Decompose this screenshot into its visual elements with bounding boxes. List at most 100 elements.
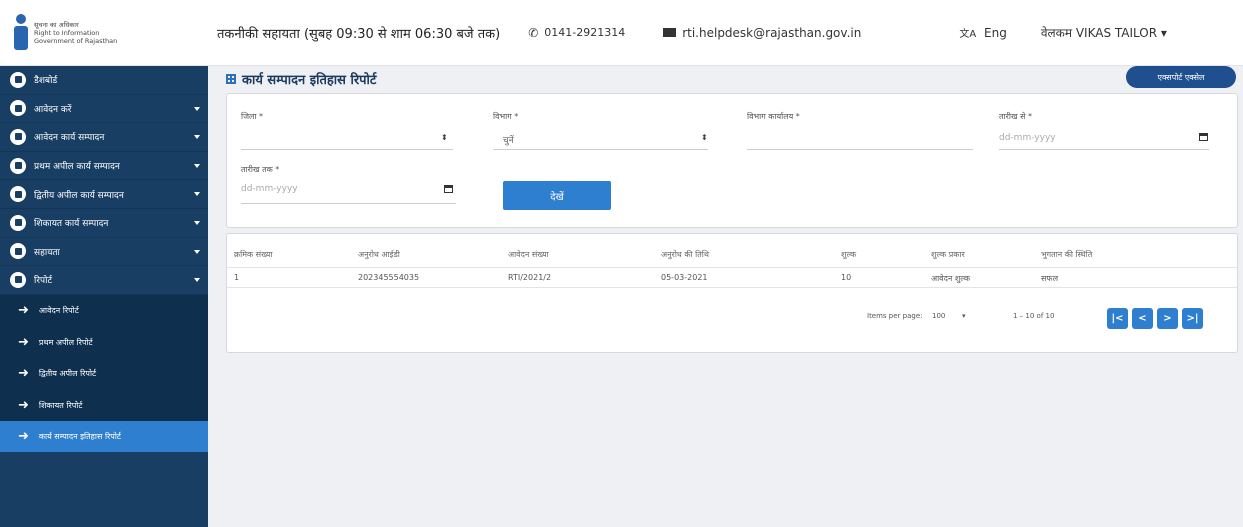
arrow-right-icon: ➜ [18, 334, 29, 350]
rti-logo[interactable]: सूचना का अधिकार Right to Information Gov… [0, 13, 205, 52]
cell-request-date: 05-03-2021 [661, 273, 708, 282]
submenu-item-second-appeal-report[interactable]: ➜ द्वितीय अपील रिपोर्ट [0, 358, 208, 390]
cell-serial: 1 [234, 273, 240, 282]
arrow-right-icon: ➜ [18, 303, 29, 318]
logo-text: सूचना का अधिकार Right to Information Gov… [34, 21, 117, 45]
department-value: चुनें [503, 136, 514, 146]
column-header[interactable]: क्रमिक संख्या [234, 249, 273, 260]
department-label: विभाग * [493, 112, 519, 121]
arrow-right-icon: ➜ [18, 429, 29, 444]
top-header: सूचना का अधिकार Right to Information Gov… [0, 0, 1243, 66]
sidebar-item-complaint[interactable]: शिकायत कार्य सम्पादन [0, 209, 208, 238]
sidebar-item-label: शिकायत कार्य सम्पादन [34, 219, 109, 230]
calendar-icon[interactable] [444, 185, 453, 193]
filter-card: जिला * ⬍ विभाग * चुनें ⬍ विभाग कार्यालय … [226, 93, 1238, 228]
menu-icon [10, 71, 26, 88]
sort-arrows-icon: ⬍ [441, 133, 448, 142]
chevron-down-icon [194, 106, 200, 111]
chevron-down-icon [194, 163, 200, 168]
items-per-page-select[interactable]: 100 [932, 312, 945, 320]
menu-icon [10, 128, 26, 145]
sidebar-item-reports[interactable]: रिपोर्ट [0, 266, 208, 295]
column-header[interactable]: अनुरोध आईडी [358, 249, 400, 260]
logo-line: Government of Rajasthan [34, 36, 118, 45]
grid-icon [226, 74, 236, 84]
cell-fee-type: आवेदन शुल्क [931, 274, 971, 283]
submenu-item-complaint-report[interactable]: ➜ शिकायत रिपोर्ट [0, 389, 208, 421]
column-header[interactable]: शुल्क प्रकार [931, 249, 965, 260]
sidebar-item-help[interactable]: सहायता [0, 238, 208, 267]
date-from-input[interactable]: तारीख से * dd-mm-yyyy [999, 111, 1209, 151]
sidebar-item-label: आवेदन कार्य सम्पादन [34, 133, 105, 144]
sidebar-item-label: सहायता [34, 247, 60, 258]
cell-payment-status: सफल [1041, 274, 1058, 283]
items-per-page-label: Items per page: [867, 312, 923, 320]
column-header[interactable]: भुगतान की स्थिति [1041, 249, 1092, 260]
logo-line: Right to Information [34, 28, 100, 37]
export-button[interactable]: एक्सपोर्ट एक्सेल [1126, 66, 1236, 88]
sidebar-item-label: द्वितीय अपील कार्य सम्पादन [34, 190, 124, 201]
submenu-item-application-report[interactable]: ➜ आवेदन रिपोर्ट [0, 295, 208, 327]
chevron-down-icon [194, 135, 200, 140]
last-page-button[interactable]: >| [1182, 308, 1203, 329]
chevron-down-icon [194, 192, 200, 197]
submenu-item-work-history-report[interactable]: ➜ कार्य सम्पादन इतिहास रिपोर्ट [0, 420, 208, 453]
table-row[interactable]: 1 202345554035 RTI/2021/2 05-03-2021 10 … [227, 268, 1237, 288]
sidebar-item-first-appeal[interactable]: प्रथम अपील कार्य सम्पादन [0, 152, 208, 181]
translate-icon: 文A [959, 29, 977, 40]
sidebar-item-label: रिपोर्ट [34, 276, 52, 287]
district-label: जिला * [241, 112, 264, 121]
office-input[interactable]: विभाग कार्यालय * [747, 111, 973, 151]
date-from-label: तारीख से * [999, 112, 1033, 121]
sidebar-item-second-appeal[interactable]: द्वितीय अपील कार्य सम्पादन [0, 180, 208, 209]
logo-line: सूचना का अधिकार [34, 20, 79, 29]
phone-contact: ✆ 0141-2921314 [528, 26, 625, 40]
district-select[interactable]: जिला * ⬍ [241, 111, 453, 151]
user-menu[interactable]: वेलकम VIKAS TAILOR ▾ [1041, 24, 1167, 41]
first-page-button[interactable]: |< [1107, 308, 1128, 329]
date-to-input[interactable]: तारीख तक * dd-mm-yyyy [241, 164, 456, 204]
helpline-text: तकनीकी सहायता (सुबह 09:30 से शाम 06:30 ब… [217, 26, 501, 42]
email-contact[interactable]: rti.helpdesk@rajasthan.gov.in [663, 26, 861, 40]
column-header[interactable]: आवेदन संख्या [508, 249, 549, 260]
column-header[interactable]: अनुरोध की तिथि [661, 249, 709, 260]
chevron-down-icon [194, 220, 200, 225]
menu-icon [10, 157, 26, 174]
column-header[interactable]: शुल्क [841, 249, 856, 260]
cell-request-id: 202345554035 [358, 273, 420, 282]
calendar-icon[interactable] [1199, 133, 1208, 141]
date-to-label: तारीख तक * [241, 165, 280, 174]
previous-page-button[interactable]: < [1132, 308, 1153, 329]
chevron-down-icon[interactable]: ▾ [962, 312, 966, 320]
sidebar-item-dashboard[interactable]: डैशबोर्ड [0, 66, 208, 95]
menu-icon [10, 100, 26, 117]
page-title: कार्य सम्पादन इतिहास रिपोर्ट [226, 70, 376, 88]
pagination-range: 1 – 10 of 10 [1013, 312, 1055, 320]
phone-icon: ✆ [528, 25, 539, 40]
submenu-item-label: द्वितीय अपील रिपोर्ट [38, 369, 97, 378]
chevron-down-icon [194, 249, 200, 254]
view-button[interactable]: देखें [503, 181, 611, 210]
sidebar-item-apply[interactable]: आवेदन करें [0, 95, 208, 124]
results-table: क्रमिक संख्या अनुरोध आईडी आवेदन संख्या अ… [226, 233, 1238, 353]
language-switch[interactable]: 文A Eng [959, 25, 1006, 40]
department-select[interactable]: विभाग * चुनें ⬍ [493, 111, 708, 151]
sidebar-item-label: आवेदन करें [34, 104, 72, 115]
menu-icon [10, 243, 26, 260]
sidebar-item-label: प्रथम अपील कार्य सम्पादन [34, 162, 120, 173]
submenu-item-first-appeal-report[interactable]: ➜ प्रथम अपील रिपोर्ट [0, 326, 208, 358]
sidebar-item-application-work[interactable]: आवेदन कार्य सम्पादन [0, 123, 208, 152]
phone-number: 0141-2921314 [544, 26, 626, 39]
page-title-text: कार्य सम्पादन इतिहास रिपोर्ट [242, 73, 377, 88]
date-from-placeholder: dd-mm-yyyy [999, 133, 1056, 143]
language-label: Eng [984, 26, 1007, 40]
next-page-button[interactable]: > [1157, 308, 1178, 329]
reports-submenu: ➜ आवेदन रिपोर्ट ➜ प्रथम अपील रिपोर्ट ➜ द… [0, 294, 208, 453]
submenu-item-label: प्रथम अपील रिपोर्ट [38, 337, 93, 347]
sidebar-item-label: डैशबोर्ड [34, 76, 58, 87]
chevron-down-icon [194, 278, 200, 283]
email-address[interactable]: rti.helpdesk@rajasthan.gov.in [682, 26, 861, 40]
office-label: विभाग कार्यालय * [747, 112, 800, 121]
menu-icon [10, 186, 26, 203]
mail-icon [663, 28, 677, 37]
